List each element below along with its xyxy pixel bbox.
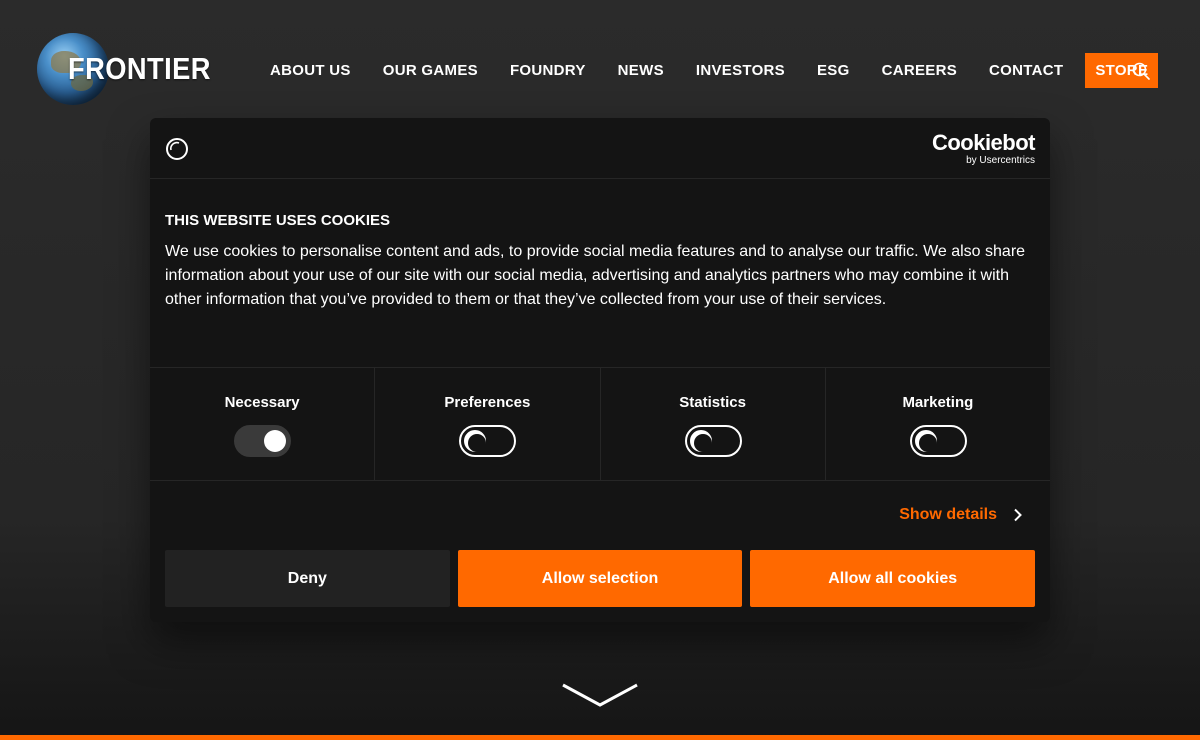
dialog-title: THIS WEBSITE USES COOKIES [165, 212, 391, 229]
cookie-consent-dialog: Cookiebot by Usercentrics THIS WEBSITE U… [150, 118, 1050, 622]
nav-item-esg[interactable]: ESG [801, 53, 866, 88]
cookiebot-logo[interactable]: Cookiebot by Usercentrics [931, 130, 1036, 167]
toggle-label: Preferences [444, 394, 531, 411]
switch-knob [264, 430, 287, 452]
main-nav: ABOUT US OUR GAMES FOUNDRY NEWS INVESTOR… [254, 53, 1159, 88]
toggle-label: Necessary [224, 394, 300, 411]
toggle-marketing: Marketing [826, 368, 1050, 480]
show-details-label: Show details [899, 506, 997, 523]
dialog-body: THIS WEBSITE USES COOKIES We use cookies… [165, 212, 1035, 312]
bottom-accent-bar [0, 735, 1200, 740]
site-header: FRONTIER ABOUT US OUR GAMES FOUNDRY NEWS… [0, 0, 1200, 110]
nav-item-contact[interactable]: CONTACT [973, 53, 1079, 88]
toggle-statistics: Statistics [601, 368, 826, 480]
switch-knob [464, 430, 487, 452]
consent-buttons: Deny Allow selection Allow all cookies [165, 550, 1036, 607]
deny-button[interactable]: Deny [165, 550, 450, 607]
dialog-description: We use cookies to personalise content an… [165, 243, 1026, 308]
marketing-switch[interactable] [909, 425, 967, 457]
show-details-link[interactable]: Show details [899, 506, 1023, 524]
consent-toggles: Necessary Preferences Statistics Marketi… [150, 367, 1050, 481]
page: FRONTIER ABOUT US OUR GAMES FOUNDRY NEWS… [0, 0, 1200, 740]
necessary-switch [234, 425, 292, 457]
cookiebot-brand-sub: by Usercentrics [966, 155, 1035, 166]
nav-item-about-us[interactable]: ABOUT US [254, 53, 367, 88]
switch-knob [689, 430, 712, 452]
logo-text: FRONTIER [68, 51, 211, 86]
dialog-header: Cookiebot by Usercentrics [150, 118, 1050, 179]
allow-selection-button[interactable]: Allow selection [457, 550, 743, 607]
nav-item-careers[interactable]: CAREERS [866, 53, 973, 88]
switch-knob [914, 430, 937, 452]
cookiebot-icon [166, 138, 188, 160]
toggle-necessary: Necessary [150, 368, 376, 480]
allow-all-cookies-button[interactable]: Allow all cookies [750, 550, 1036, 607]
nav-item-foundry[interactable]: FOUNDRY [494, 53, 602, 88]
toggle-label: Marketing [902, 394, 974, 411]
chevron-right-icon [1014, 508, 1022, 522]
scroll-down-chevron-icon[interactable] [561, 682, 639, 708]
frontier-logo[interactable]: FRONTIER [37, 33, 217, 107]
nav-item-investors[interactable]: INVESTORS [680, 53, 801, 88]
nav-item-news[interactable]: NEWS [602, 53, 680, 88]
preferences-switch[interactable] [459, 425, 517, 457]
search-icon[interactable] [1131, 61, 1151, 81]
statistics-switch[interactable] [684, 425, 742, 457]
toggle-preferences: Preferences [375, 368, 601, 480]
toggle-label: Statistics [679, 394, 746, 411]
cookiebot-brand-name: Cookiebot [931, 130, 1036, 155]
nav-item-our-games[interactable]: OUR GAMES [367, 53, 494, 88]
